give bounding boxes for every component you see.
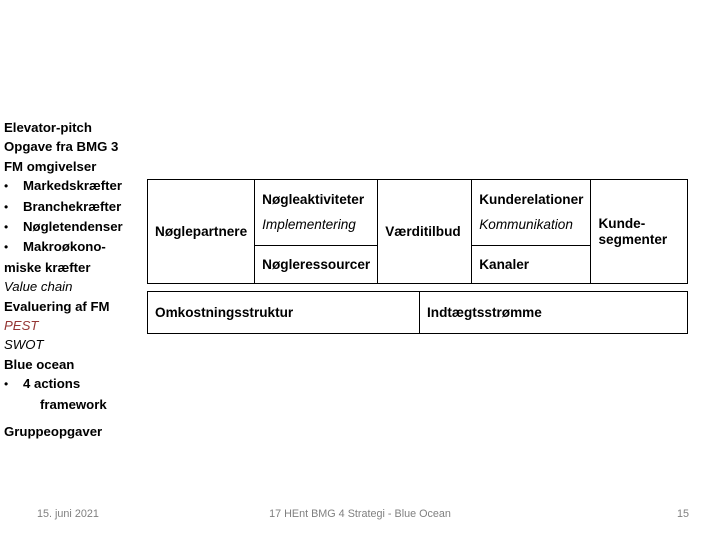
text-line-swot: SWOT	[4, 337, 44, 353]
bmg-sublabel-implementering: Implementering	[262, 217, 356, 233]
text-line-evaluering-af-fm: Evaluering af FM	[4, 298, 110, 314]
bullet-item-branchekraefter: • Branchekræfter	[4, 197, 146, 217]
text-line-opgave-fra-bmg-3: Opgave fra BMG 3	[4, 139, 119, 155]
text-line-pest: PEST	[4, 318, 39, 334]
text-line-elevator-pitch: Elevator-pitch	[4, 120, 92, 135]
bmg-label-cost-structure: Omkostningsstruktur	[155, 304, 294, 320]
bullet-icon: •	[4, 240, 9, 255]
bmg-sublabel-kommunikation: Kommunikation	[479, 217, 573, 233]
bmg-block-value-proposition: Værditilbud	[377, 180, 471, 283]
bmg-cell-customer-segments: Kunde- segmenter	[591, 180, 687, 283]
bmg-block-customer-segments: Kunde- segmenter	[590, 180, 687, 283]
bmg-label-value-proposition: Værditilbud	[385, 223, 461, 239]
bmg-label-key-resources: Nøgleressourcer	[262, 256, 371, 272]
bmg-canvas-top-row: Nøglepartnere Nøgleaktiviteter Implement…	[147, 179, 688, 284]
bullet-item-makrookonomiske: • Makroøkono-	[4, 237, 146, 257]
bmg-block-cost-structure: Omkostningsstruktur	[148, 292, 419, 333]
bmg-block-key-partners: Nøglepartnere	[148, 180, 254, 283]
bmg-label-revenue-streams: Indtægtsstrømme	[427, 304, 542, 320]
bmg-block-key-activities-resources: Nøgleaktiviteter Implementering Nøgleres…	[254, 180, 378, 283]
bullet-item-4-actions: • 4 actions	[4, 374, 146, 394]
bmg-cell-key-activities: Nøgleaktiviteter Implementering	[255, 180, 378, 246]
bullet-item-framework-continuation: framework	[40, 396, 107, 412]
text-line-gruppeopgaver: Gruppeopgaver	[4, 424, 103, 440]
bullet-label: 4 actions	[23, 376, 81, 392]
bmg-label-channels: Kanaler	[479, 256, 530, 272]
bullet-icon: •	[4, 220, 9, 235]
business-model-canvas: Nøglepartnere Nøgleaktiviteter Implement…	[147, 179, 688, 334]
bmg-cell-channels: Kanaler	[472, 246, 590, 283]
bmg-label-key-activities: Nøgleaktiviteter	[262, 192, 365, 208]
bmg-label-customer-relationships: Kunderelationer	[479, 192, 584, 208]
bmg-block-revenue-streams: Indtægtsstrømme	[419, 292, 687, 333]
bullet-icon: •	[4, 199, 9, 214]
bmg-block-customer-relationships-channels: Kunderelationer Kommunikation Kanaler	[471, 180, 591, 283]
text-line-value-chain: Value chain	[4, 279, 73, 295]
bullet-label: Markedskræfter	[23, 178, 122, 194]
bullet-label: Nøgletendenser	[23, 219, 123, 235]
bmg-label-customer-segments: Kunde- segmenter	[598, 216, 668, 247]
bmg-cell-cost-structure: Omkostningsstruktur	[148, 292, 419, 333]
bmg-cell-customer-relationships: Kunderelationer Kommunikation	[472, 180, 591, 246]
footer-page-number: 15	[676, 508, 689, 520]
text-line-miske-kraefter: miske kræfter	[4, 259, 91, 275]
bmg-cell-revenue-streams: Indtægtsstrømme	[420, 292, 687, 333]
slide-footer: 15. juni 2021 17 HEnt BMG 4 Strategi - B…	[0, 505, 720, 527]
bullet-icon: •	[4, 179, 9, 194]
text-line-blue-ocean: Blue ocean	[4, 356, 75, 372]
slide-left-text-column: Elevator-pitch Opgave fra BMG 3 FM omgiv…	[4, 118, 146, 442]
bmg-cell-key-partners: Nøglepartnere	[148, 180, 254, 283]
bullet-icon: •	[4, 377, 9, 392]
bullet-label: Branchekræfter	[23, 198, 122, 214]
footer-title: 17 HEnt BMG 4 Strategi - Blue Ocean	[269, 508, 451, 520]
bmg-cell-key-resources: Nøgleressourcer	[255, 246, 377, 283]
bullet-item-markedskraefter: • Markedskræfter	[4, 176, 146, 196]
bullet-label: Makroøkono-	[23, 239, 106, 255]
bullet-item-nogletendenser: • Nøgletendenser	[4, 217, 146, 237]
bmg-canvas-bottom-row: Omkostningsstruktur Indtægtsstrømme	[147, 291, 688, 334]
text-line-fm-omgivelser: FM omgivelser	[4, 158, 97, 174]
bmg-label-key-partners: Nøglepartnere	[155, 223, 248, 239]
bmg-cell-value-proposition: Værditilbud	[378, 180, 471, 283]
